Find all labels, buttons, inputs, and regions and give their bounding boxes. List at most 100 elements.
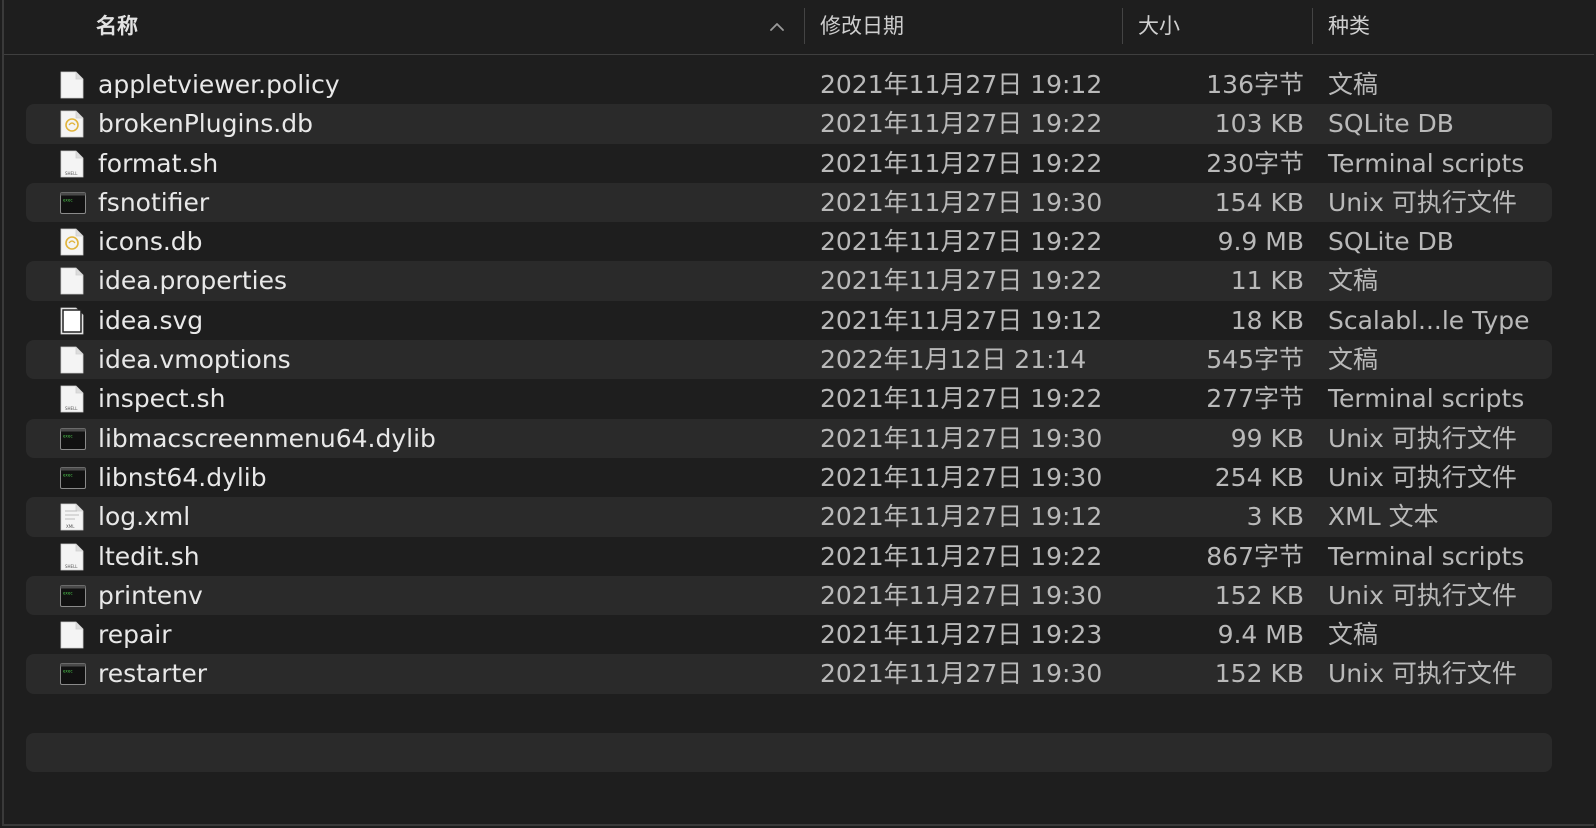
file-row[interactable]: exec restarter 2021年11月27日 19:30 152 KB Unix… <box>26 654 1552 694</box>
file-kind: Unix 可执行文件 <box>1328 580 1517 610</box>
file-modified-date: 2021年11月27日 19:22 <box>820 541 1103 571</box>
executable-icon: exec <box>60 425 86 453</box>
file-row[interactable]: icons.db 2021年11月27日 19:22 9.9 MB SQLite DB <box>26 222 1552 261</box>
executable-icon: exec <box>60 189 86 217</box>
file-size: 9.9 MB <box>1217 227 1304 257</box>
file-size: 9.4 MB <box>1217 620 1304 650</box>
file-row[interactable]: SHELL ltedit.sh 2021年11月27日 19:22 867字节 Term… <box>26 537 1552 576</box>
database-icon <box>60 110 84 138</box>
file-row[interactable]: appletviewer.policy 2021年11月27日 19:12 136字… <box>26 65 1552 104</box>
empty-list-row <box>26 733 1552 772</box>
file-size: 99 KB <box>1230 423 1304 453</box>
svg-text:exec: exec <box>63 472 73 477</box>
file-row[interactable]: exec libnst64.dylib 2021年11月27日 19:30 254 K… <box>26 458 1552 497</box>
file-kind: Unix 可执行文件 <box>1328 462 1517 492</box>
file-kind: SQLite DB <box>1328 109 1454 139</box>
file-modified-date: 2021年11月27日 19:12 <box>820 70 1103 99</box>
file-row[interactable]: SHELL format.sh 2021年11月27日 19:22 230字节 Term… <box>26 144 1552 183</box>
file-kind: XML 文本 <box>1328 502 1439 532</box>
file-modified-date: 2021年11月27日 19:22 <box>820 227 1103 257</box>
executable-icon: exec <box>60 464 86 492</box>
file-kind: 文稿 <box>1328 620 1379 650</box>
xml-file-icon: XML <box>60 503 84 531</box>
file-row[interactable]: exec printenv 2021年11月27日 19:30 152 KB Unix … <box>26 575 1552 616</box>
file-name: restarter <box>98 659 207 689</box>
column-header-name[interactable]: 名称 <box>96 0 138 54</box>
file-row[interactable]: XML log.xml 2021年11月27日 19:12 3 KB XML 文本 <box>26 497 1552 537</box>
file-modified-date: 2021年11月27日 19:22 <box>820 384 1103 414</box>
file-row[interactable]: idea.svg 2021年11月27日 19:12 18 KB Scalabl...… <box>26 301 1552 340</box>
file-modified-date: 2021年11月27日 19:30 <box>820 580 1103 610</box>
column-divider[interactable] <box>804 8 805 44</box>
file-row[interactable]: SHELL inspect.sh 2021年11月27日 19:22 277字节 Ter… <box>26 379 1552 418</box>
svg-text:SHELL: SHELL <box>65 406 78 411</box>
file-modified-date: 2021年11月27日 19:30 <box>820 462 1103 492</box>
file-row[interactable]: repair 2021年11月27日 19:23 9.4 MB 文稿 <box>26 615 1552 654</box>
file-name: libmacscreenmenu64.dylib <box>98 423 436 453</box>
file-size: 136字节 <box>1206 70 1304 99</box>
file-name: appletviewer.policy <box>98 70 340 99</box>
file-modified-date: 2021年11月27日 19:22 <box>820 148 1103 178</box>
file-modified-date: 2021年11月27日 19:12 <box>820 305 1103 335</box>
file-size: 152 KB <box>1214 659 1304 689</box>
file-size: 545字节 <box>1206 345 1304 375</box>
file-row[interactable]: brokenPlugins.db 2021年11月27日 19:22 103 KB S… <box>26 104 1552 144</box>
file-name: inspect.sh <box>98 384 226 414</box>
svg-text:SHELL: SHELL <box>65 171 78 176</box>
file-size: 867字节 <box>1206 541 1304 571</box>
document-icon <box>60 267 84 295</box>
file-size: 11 KB <box>1230 266 1304 296</box>
document-icon <box>60 621 84 649</box>
column-header-size[interactable]: 大小 <box>1138 0 1180 54</box>
file-name: idea.properties <box>98 266 288 296</box>
svg-file-icon <box>60 307 84 335</box>
svg-text:XML: XML <box>66 524 75 529</box>
column-header-bar: 名称 修改日期 大小 种类 <box>4 0 1594 55</box>
file-size: 230字节 <box>1206 148 1304 178</box>
file-modified-date: 2021年11月27日 19:22 <box>820 266 1103 296</box>
file-row[interactable]: idea.vmoptions 2022年1月12日 21:14 545字节 文稿 <box>26 340 1552 380</box>
shell-script-icon: SHELL <box>60 385 84 413</box>
file-size: 3 KB <box>1246 502 1304 532</box>
file-modified-date: 2021年11月27日 19:30 <box>820 423 1103 453</box>
file-name: log.xml <box>98 502 191 532</box>
sort-ascending-chevron-icon[interactable] <box>770 20 784 34</box>
file-name: idea.vmoptions <box>98 345 291 375</box>
file-kind: Scalabl...le Type <box>1328 305 1530 335</box>
file-size: 154 KB <box>1214 187 1304 217</box>
svg-text:exec: exec <box>63 590 73 595</box>
file-name: icons.db <box>98 227 203 257</box>
file-modified-date: 2021年11月27日 19:12 <box>820 502 1103 532</box>
svg-text:exec: exec <box>63 433 73 438</box>
column-header-date[interactable]: 修改日期 <box>820 0 904 54</box>
file-size: 277字节 <box>1206 384 1304 414</box>
file-modified-date: 2021年11月27日 19:22 <box>820 109 1103 139</box>
column-divider[interactable] <box>1122 8 1123 44</box>
file-row[interactable]: exec fsnotifier 2021年11月27日 19:30 154 KB Uni… <box>26 182 1552 223</box>
file-kind: Unix 可执行文件 <box>1328 423 1517 453</box>
file-row[interactable]: idea.properties 2021年11月27日 19:22 11 KB 文稿 <box>26 261 1552 301</box>
file-modified-date: 2021年11月27日 19:23 <box>820 620 1103 650</box>
file-kind: SQLite DB <box>1328 227 1454 257</box>
file-modified-date: 2021年11月27日 19:30 <box>820 659 1103 689</box>
file-row[interactable]: exec libmacscreenmenu64.dylib 2021年11月27日 … <box>26 418 1552 458</box>
file-kind: Unix 可执行文件 <box>1328 659 1517 689</box>
file-modified-date: 2022年1月12日 21:14 <box>820 345 1087 375</box>
document-icon <box>60 346 84 374</box>
file-name: printenv <box>98 580 203 610</box>
file-name: libnst64.dylib <box>98 462 267 492</box>
column-header-kind[interactable]: 种类 <box>1328 0 1370 54</box>
file-name: brokenPlugins.db <box>98 109 313 139</box>
file-name: idea.svg <box>98 305 204 335</box>
file-modified-date: 2021年11月27日 19:30 <box>820 187 1103 217</box>
file-name: fsnotifier <box>98 187 210 217</box>
database-icon <box>60 228 84 256</box>
file-size: 18 KB <box>1230 305 1304 335</box>
file-kind: Terminal scripts <box>1328 148 1525 178</box>
file-name: format.sh <box>98 148 219 178</box>
shell-script-icon: SHELL <box>60 543 84 571</box>
shell-script-icon: SHELL <box>60 150 84 178</box>
column-divider[interactable] <box>1312 8 1313 44</box>
finder-list-window: 名称 修改日期 大小 种类 appletviewer.policy 2021年11… <box>2 0 1594 826</box>
file-kind: Terminal scripts <box>1328 541 1525 571</box>
